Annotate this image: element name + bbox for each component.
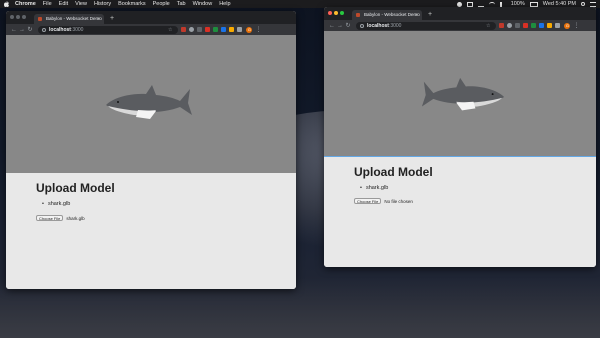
extension-icon[interactable] xyxy=(221,27,227,32)
extension-icon[interactable] xyxy=(507,23,513,28)
tab-strip: Babylon - Websocket Demo × + xyxy=(6,11,296,24)
reload-icon[interactable]: ↻ xyxy=(26,26,34,33)
volume-icon[interactable] xyxy=(499,1,506,7)
extension-icon[interactable] xyxy=(229,27,235,32)
notification-center-icon[interactable] xyxy=(590,1,596,7)
tab-strip: Babylon - Websocket Demo × + xyxy=(324,7,596,20)
browser-toolbar: ← → ↻ localhost :3000 ☆ G ⋮ xyxy=(324,20,596,31)
zoom-window-button[interactable] xyxy=(22,15,26,19)
file-status: No file chosen xyxy=(384,198,413,204)
extension-icon[interactable] xyxy=(539,23,545,28)
extensions-bar xyxy=(496,23,561,28)
babylon-favicon-icon xyxy=(38,17,42,21)
file-status: shark.glb xyxy=(66,215,85,221)
page-title: Upload Model xyxy=(354,165,433,179)
back-icon[interactable]: ← xyxy=(10,27,18,33)
more-menu-icon[interactable]: ⋮ xyxy=(573,22,579,29)
tab-close-icon[interactable]: × xyxy=(97,14,100,24)
info-icon[interactable] xyxy=(42,27,46,32)
forward-icon[interactable]: → xyxy=(18,27,26,33)
extension-icon[interactable] xyxy=(523,23,529,28)
browser-tab[interactable]: Babylon - Websocket Demo × xyxy=(352,10,422,20)
browser-window-right: Babylon - Websocket Demo × + ← → ↻ local… xyxy=(324,7,596,267)
extension-icon[interactable] xyxy=(499,23,505,28)
url-port: :3000 xyxy=(70,26,84,33)
browser-tab[interactable]: Babylon - Websocket Demo × xyxy=(34,14,104,24)
browser-window-left: Babylon - Websocket Demo × + ← → ↻ local… xyxy=(6,11,296,289)
babylon-canvas[interactable] xyxy=(6,35,296,173)
choose-file-button[interactable]: Choose File xyxy=(354,198,382,204)
extension-icon[interactable] xyxy=(547,23,553,28)
spotlight-icon[interactable] xyxy=(581,2,585,6)
babylon-canvas[interactable] xyxy=(324,31,596,157)
apple-icon[interactable] xyxy=(4,1,9,7)
shark-model xyxy=(421,77,505,111)
tab-title: Babylon - Websocket Demo xyxy=(364,12,420,17)
extension-icon[interactable] xyxy=(189,27,195,32)
extensions-bar xyxy=(178,27,243,32)
reload-icon[interactable]: ↻ xyxy=(344,22,352,29)
profile-avatar[interactable]: G xyxy=(564,22,571,29)
url-host: localhost xyxy=(49,26,71,33)
menu-file[interactable]: File xyxy=(43,0,52,8)
file-input: Choose File shark.glb xyxy=(36,215,85,221)
back-icon[interactable]: ← xyxy=(328,23,336,29)
battery-icon[interactable] xyxy=(529,1,538,7)
extension-icon[interactable] xyxy=(205,27,211,32)
uploaded-files-list: shark.glb xyxy=(360,185,388,191)
extension-icon[interactable] xyxy=(515,23,521,28)
menu-app-name[interactable]: Chrome xyxy=(15,0,36,8)
shark-model xyxy=(106,85,192,119)
page-title: Upload Model xyxy=(36,181,115,195)
close-window-button[interactable] xyxy=(328,11,332,15)
extension-icon[interactable] xyxy=(555,23,561,28)
window-controls xyxy=(10,15,28,19)
upload-section: Upload Model shark.glb Choose File shark… xyxy=(6,173,296,289)
babylon-favicon-icon xyxy=(356,13,360,17)
bookmark-star-icon[interactable]: ☆ xyxy=(486,23,490,29)
list-item: shark.glb xyxy=(42,201,70,207)
info-icon[interactable] xyxy=(360,23,364,28)
minimize-window-button[interactable] xyxy=(334,11,338,15)
uploaded-files-list: shark.glb xyxy=(42,201,70,207)
url-host: localhost xyxy=(367,22,389,29)
wifi-icon[interactable] xyxy=(488,1,495,7)
menu-window[interactable]: Window xyxy=(193,0,213,8)
file-input: Choose File No file chosen xyxy=(354,198,413,204)
extension-icon[interactable] xyxy=(181,27,187,32)
extension-icon[interactable] xyxy=(531,23,537,28)
menu-tab[interactable]: Tab xyxy=(177,0,186,8)
forward-icon[interactable]: → xyxy=(336,23,344,29)
tab-close-icon[interactable]: × xyxy=(415,10,418,20)
window-controls xyxy=(328,11,346,15)
menu-help[interactable]: Help xyxy=(219,0,230,8)
address-bar[interactable]: localhost :3000 xyxy=(356,21,496,30)
extension-icon[interactable] xyxy=(213,27,219,32)
more-menu-icon[interactable]: ⋮ xyxy=(255,26,261,33)
menu-bookmarks[interactable]: Bookmarks xyxy=(118,0,146,8)
menu-people[interactable]: People xyxy=(153,0,170,8)
menu-history[interactable]: History xyxy=(94,0,111,8)
menu-view[interactable]: View xyxy=(75,0,87,8)
minimize-window-button[interactable] xyxy=(16,15,20,19)
new-tab-icon[interactable]: + xyxy=(428,10,432,19)
new-tab-icon[interactable]: + xyxy=(110,14,114,23)
address-bar[interactable]: localhost :3000 xyxy=(38,25,178,34)
bookmark-star-icon[interactable]: ☆ xyxy=(168,27,172,33)
screen-record-icon[interactable] xyxy=(456,1,462,7)
choose-file-button[interactable]: Choose File xyxy=(36,215,64,221)
close-window-button[interactable] xyxy=(10,15,14,19)
browser-toolbar: ← → ↻ localhost :3000 ☆ G ⋮ xyxy=(6,24,296,35)
tab-title: Babylon - Websocket Demo xyxy=(46,16,102,21)
list-item: shark.glb xyxy=(360,185,388,191)
menu-edit[interactable]: Edit xyxy=(59,0,68,8)
zoom-window-button[interactable] xyxy=(340,11,344,15)
extension-icon[interactable] xyxy=(237,27,243,32)
upload-section: Upload Model shark.glb Choose File No fi… xyxy=(324,158,596,267)
url-port: :3000 xyxy=(388,22,402,29)
profile-avatar[interactable]: G xyxy=(246,26,253,33)
airplay-icon[interactable] xyxy=(477,2,484,7)
extension-icon[interactable] xyxy=(197,27,203,32)
dropbox-icon[interactable] xyxy=(466,1,473,7)
